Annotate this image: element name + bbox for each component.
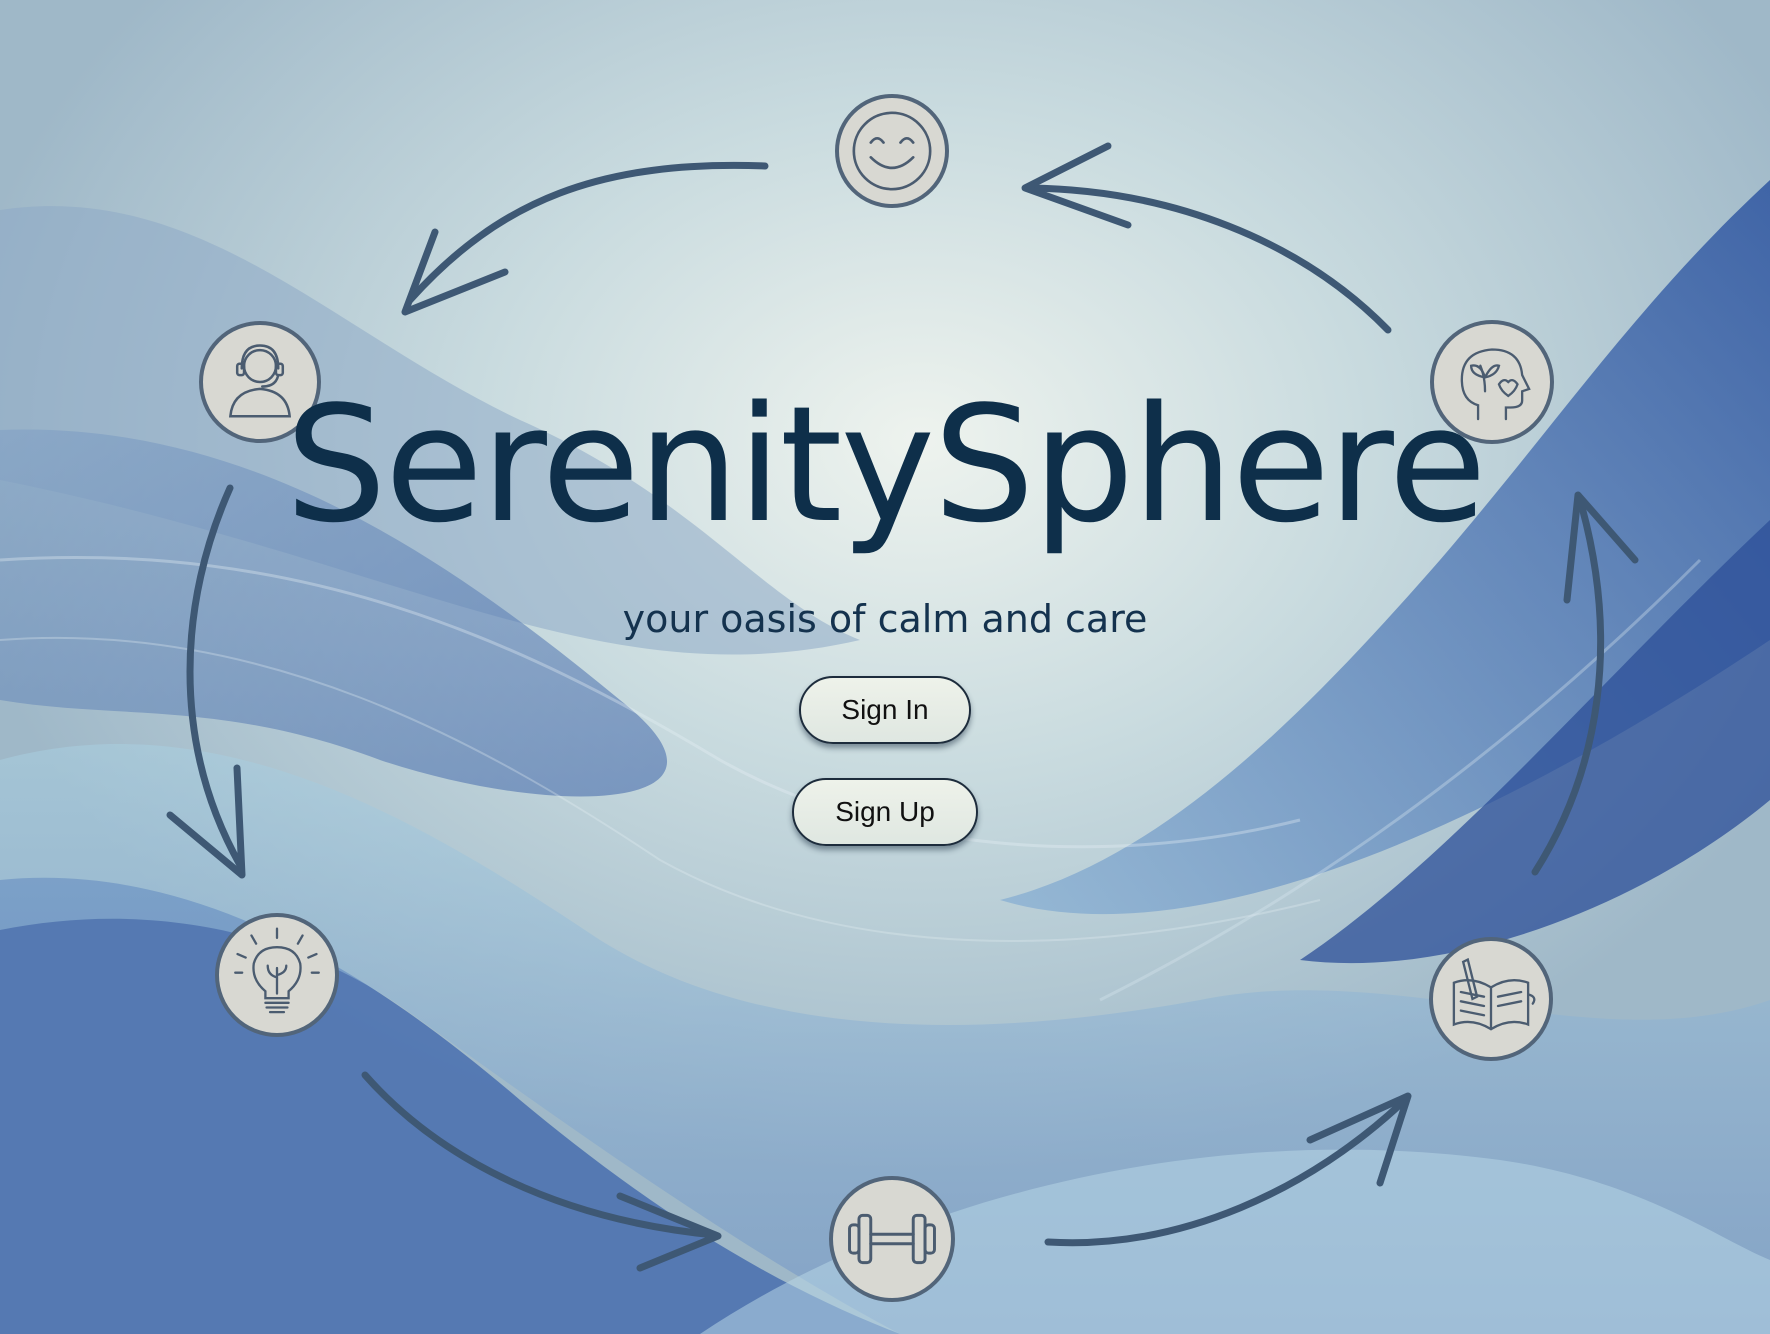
sign-up-button[interactable]: Sign Up [792, 778, 978, 846]
smiley-face-icon [835, 94, 949, 208]
dumbbell-icon [829, 1176, 955, 1302]
app-title: SerenitySphere [285, 371, 1487, 558]
lightbulb-icon [215, 913, 339, 1037]
sign-in-button[interactable]: Sign In [799, 676, 971, 744]
journal-book-icon [1429, 937, 1553, 1061]
app-subtitle: your oasis of calm and care [622, 597, 1148, 641]
